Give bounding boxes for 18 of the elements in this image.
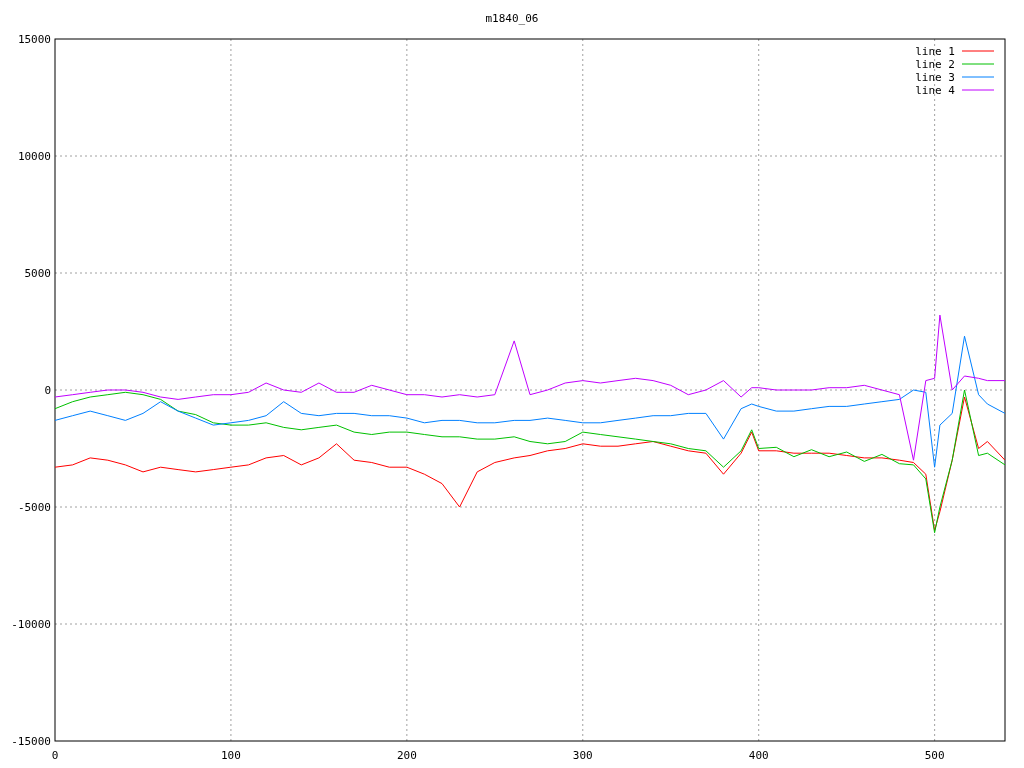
x-tick-label: 500	[924, 749, 945, 762]
x-tick-label: 200	[396, 749, 417, 762]
legend-label: line 1	[915, 45, 955, 58]
y-tick-label: 0	[44, 384, 51, 397]
y-tick-label: -10000	[11, 618, 51, 631]
x-tick-label: 300	[572, 749, 593, 762]
y-tick-label: 10000	[17, 150, 51, 163]
y-tick-label: -15000	[11, 735, 51, 748]
x-tick-label: 0	[51, 749, 59, 762]
x-tick-label: 400	[748, 749, 769, 762]
chart-title: m1840_06	[485, 12, 539, 25]
legend-label: line 3	[915, 71, 955, 84]
x-tick-label: 100	[221, 749, 241, 762]
legend-label: line 2	[915, 58, 955, 71]
y-tick-label: 15000	[17, 33, 51, 46]
y-tick-label: -5000	[17, 501, 51, 514]
y-tick-label: 5000	[24, 267, 51, 280]
legend-label: line 4	[915, 84, 955, 97]
